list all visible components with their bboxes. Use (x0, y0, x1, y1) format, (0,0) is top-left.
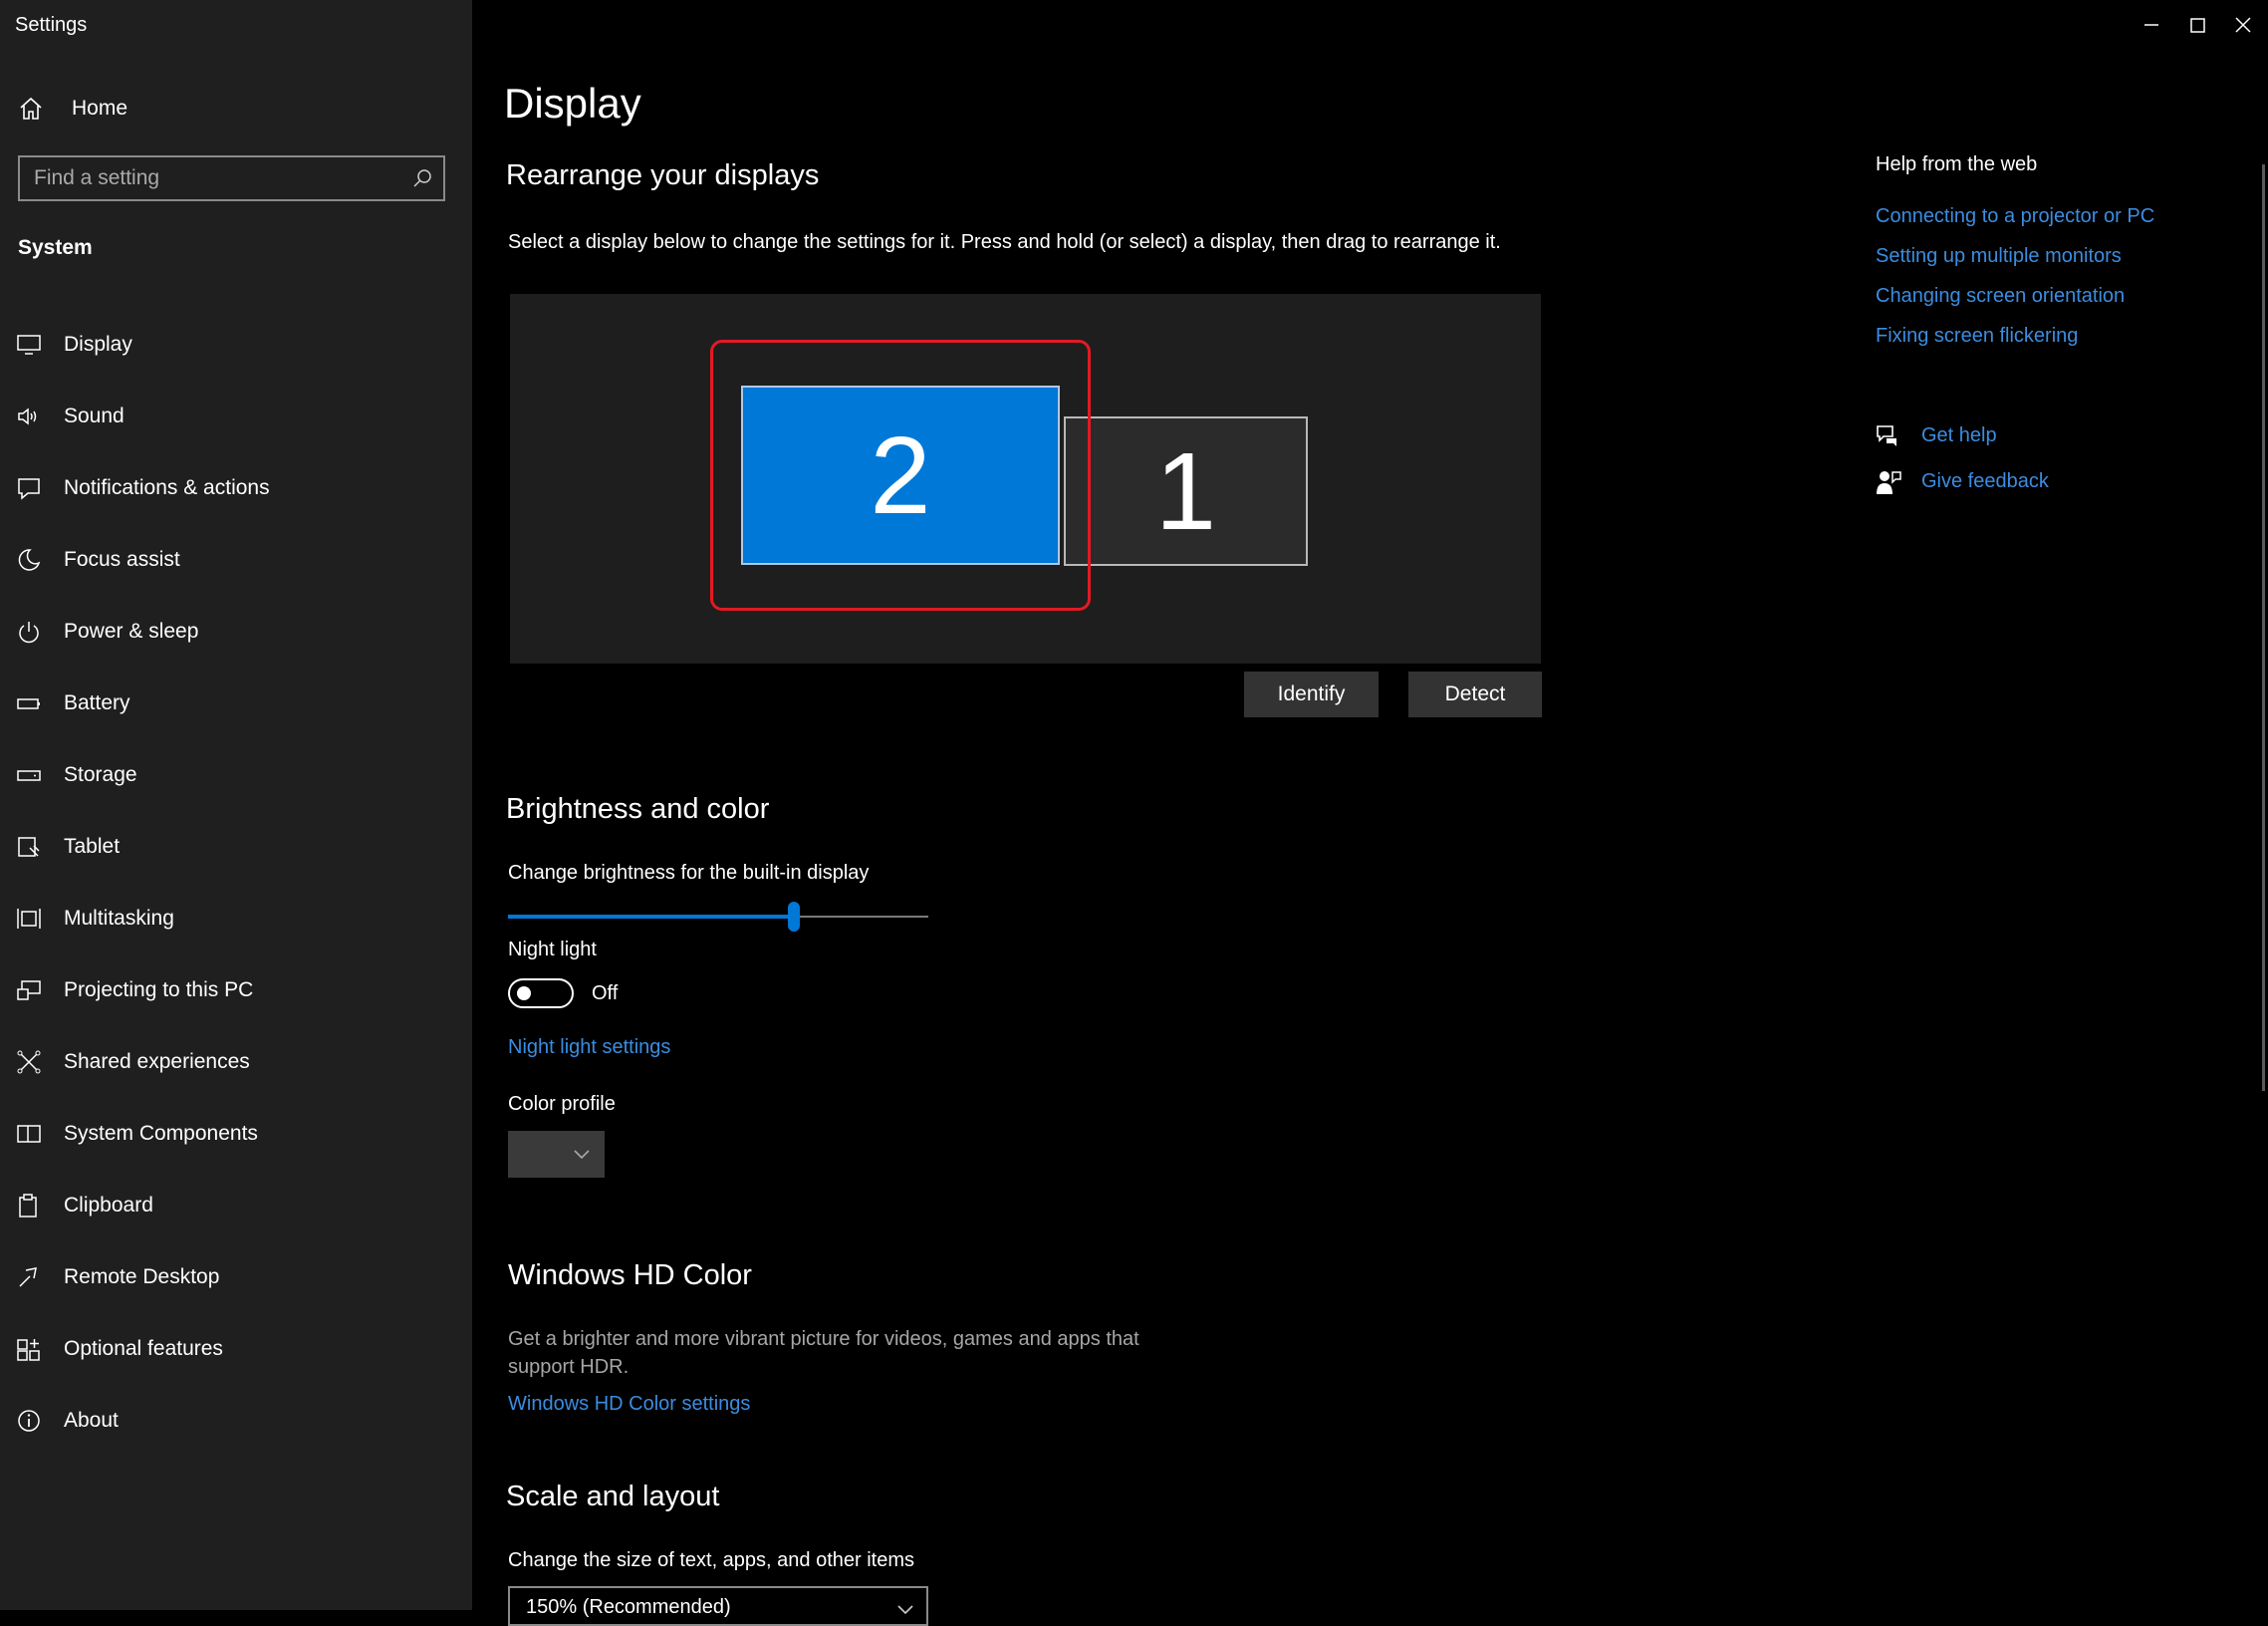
sidebar: Settings Home System Display Sound Notif… (0, 0, 472, 1610)
power-icon (19, 622, 39, 644)
sidebar-item-multitasking[interactable]: Multitasking (0, 883, 472, 954)
selection-highlight (710, 340, 1091, 611)
battery-icon (17, 698, 40, 709)
sidebar-item-label: Storage (64, 763, 137, 786)
sidebar-item-label: Display (64, 333, 132, 356)
section-label: System (18, 236, 93, 259)
sidebar-item-system-components[interactable]: System Components (0, 1098, 472, 1170)
sidebar-item-label: System Components (64, 1122, 258, 1145)
help-link-orientation[interactable]: Changing screen orientation (1876, 285, 2125, 308)
sidebar-item-about[interactable]: About (0, 1385, 472, 1457)
brightness-label: Change brightness for the built-in displ… (508, 862, 870, 884)
rearrange-description: Select a display below to change the set… (508, 231, 1501, 253)
speaker-icon (18, 407, 37, 425)
scale-heading: Scale and layout (506, 1481, 720, 1512)
page-title: Display (504, 80, 641, 127)
tablet-icon (18, 837, 40, 857)
hdr-heading: Windows HD Color (508, 1259, 752, 1291)
brightness-heading: Brightness and color (506, 793, 770, 825)
app-title: Settings (15, 14, 88, 36)
search-icon[interactable] (411, 167, 433, 189)
sidebar-item-clipboard[interactable]: Clipboard (0, 1170, 472, 1241)
sidebar-item-sound[interactable]: Sound (0, 381, 472, 452)
projector-icon (17, 980, 41, 1000)
sidebar-item-label: Tablet (64, 835, 121, 858)
storage-icon (17, 770, 41, 781)
identify-button[interactable]: Identify (1244, 672, 1379, 717)
monitor-icon (17, 335, 41, 355)
home-button[interactable]: Home (18, 92, 127, 126)
chevron-down-icon (897, 1605, 913, 1615)
sidebar-item-display[interactable]: Display (0, 309, 472, 381)
sidebar-item-label: Battery (64, 691, 130, 714)
hdr-description-line1: Get a brighter and more vibrant picture … (508, 1328, 1139, 1350)
clipboard-icon (19, 1194, 37, 1218)
info-icon (18, 1410, 40, 1432)
night-light-toggle[interactable] (508, 978, 574, 1008)
sidebar-item-notifications[interactable]: Notifications & actions (0, 452, 472, 524)
notification-icon (18, 478, 40, 500)
sidebar-item-label: About (64, 1409, 119, 1432)
search-input[interactable] (20, 165, 411, 191)
color-profile-dropdown[interactable] (508, 1131, 605, 1178)
sidebar-item-optional-features[interactable]: Optional features (0, 1313, 472, 1385)
sidebar-item-label: Remote Desktop (64, 1265, 220, 1288)
scrollbar[interactable] (2262, 164, 2265, 1091)
feedback-icon (1877, 471, 1901, 494)
display-arrangement[interactable]: 2 1 (510, 294, 1541, 664)
multitasking-icon (17, 909, 41, 929)
sidebar-item-label: Projecting to this PC (64, 978, 254, 1001)
give-feedback-link[interactable]: Give feedback (1921, 470, 2049, 493)
slider-thumb[interactable] (787, 902, 800, 932)
sidebar-item-power-sleep[interactable]: Power & sleep (0, 596, 472, 668)
sidebar-nav: Display Sound Notifications & actions Fo… (0, 309, 472, 1457)
sidebar-item-tablet[interactable]: Tablet (0, 811, 472, 883)
get-help-link[interactable]: Get help (1921, 424, 1997, 447)
help-link-projector[interactable]: Connecting to a projector or PC (1876, 205, 2154, 228)
optional-features-icon (17, 1339, 40, 1361)
chat-help-icon (1877, 425, 1896, 446)
home-icon (20, 97, 42, 120)
scale-value: 150% (Recommended) (526, 1596, 731, 1618)
hdr-settings-link[interactable]: Windows HD Color settings (508, 1393, 750, 1416)
brightness-slider[interactable] (508, 902, 928, 932)
scale-dropdown[interactable]: 150% (Recommended) (508, 1586, 928, 1626)
shared-icon (17, 1050, 41, 1074)
sidebar-item-battery[interactable]: Battery (0, 668, 472, 739)
sidebar-item-remote-desktop[interactable]: Remote Desktop (0, 1241, 472, 1313)
night-light-state: Off (592, 982, 619, 1004)
sidebar-item-projecting[interactable]: Projecting to this PC (0, 954, 472, 1026)
search-box[interactable] (18, 155, 445, 201)
night-light-label: Night light (508, 939, 597, 960)
sidebar-item-label: Power & sleep (64, 620, 199, 643)
sidebar-item-label: Sound (64, 405, 125, 427)
toggle-knob (517, 986, 531, 1000)
components-icon (17, 1125, 41, 1143)
sidebar-item-shared-experiences[interactable]: Shared experiences (0, 1026, 472, 1098)
remote-desktop-icon (19, 1267, 37, 1287)
scale-label: Change the size of text, apps, and other… (508, 1549, 915, 1571)
sidebar-item-focus-assist[interactable]: Focus assist (0, 524, 472, 596)
sidebar-item-storage[interactable]: Storage (0, 739, 472, 811)
rearrange-heading: Rearrange your displays (506, 159, 820, 191)
help-link-flickering[interactable]: Fixing screen flickering (1876, 325, 2078, 348)
moon-icon (18, 549, 41, 571)
sidebar-item-label: Notifications & actions (64, 476, 270, 499)
sidebar-item-label: Shared experiences (64, 1050, 250, 1073)
hdr-description-line2: support HDR. (508, 1356, 630, 1378)
color-profile-label: Color profile (508, 1093, 616, 1115)
home-label: Home (72, 97, 128, 120)
sidebar-item-label: Clipboard (64, 1194, 153, 1217)
chevron-down-icon (574, 1150, 590, 1160)
help-link-multiple-monitors[interactable]: Setting up multiple monitors (1876, 245, 2122, 268)
night-light-settings-link[interactable]: Night light settings (508, 1036, 670, 1059)
help-heading: Help from the web (1876, 153, 2038, 175)
slider-fill (508, 915, 794, 919)
sidebar-item-label: Multitasking (64, 907, 174, 930)
detect-button[interactable]: Detect (1408, 672, 1542, 717)
main-content: Display Rearrange your displays Select a… (472, 0, 2268, 1626)
monitor-1[interactable]: 1 (1064, 416, 1308, 566)
sidebar-item-label: Optional features (64, 1337, 223, 1360)
sidebar-item-label: Focus assist (64, 548, 180, 571)
